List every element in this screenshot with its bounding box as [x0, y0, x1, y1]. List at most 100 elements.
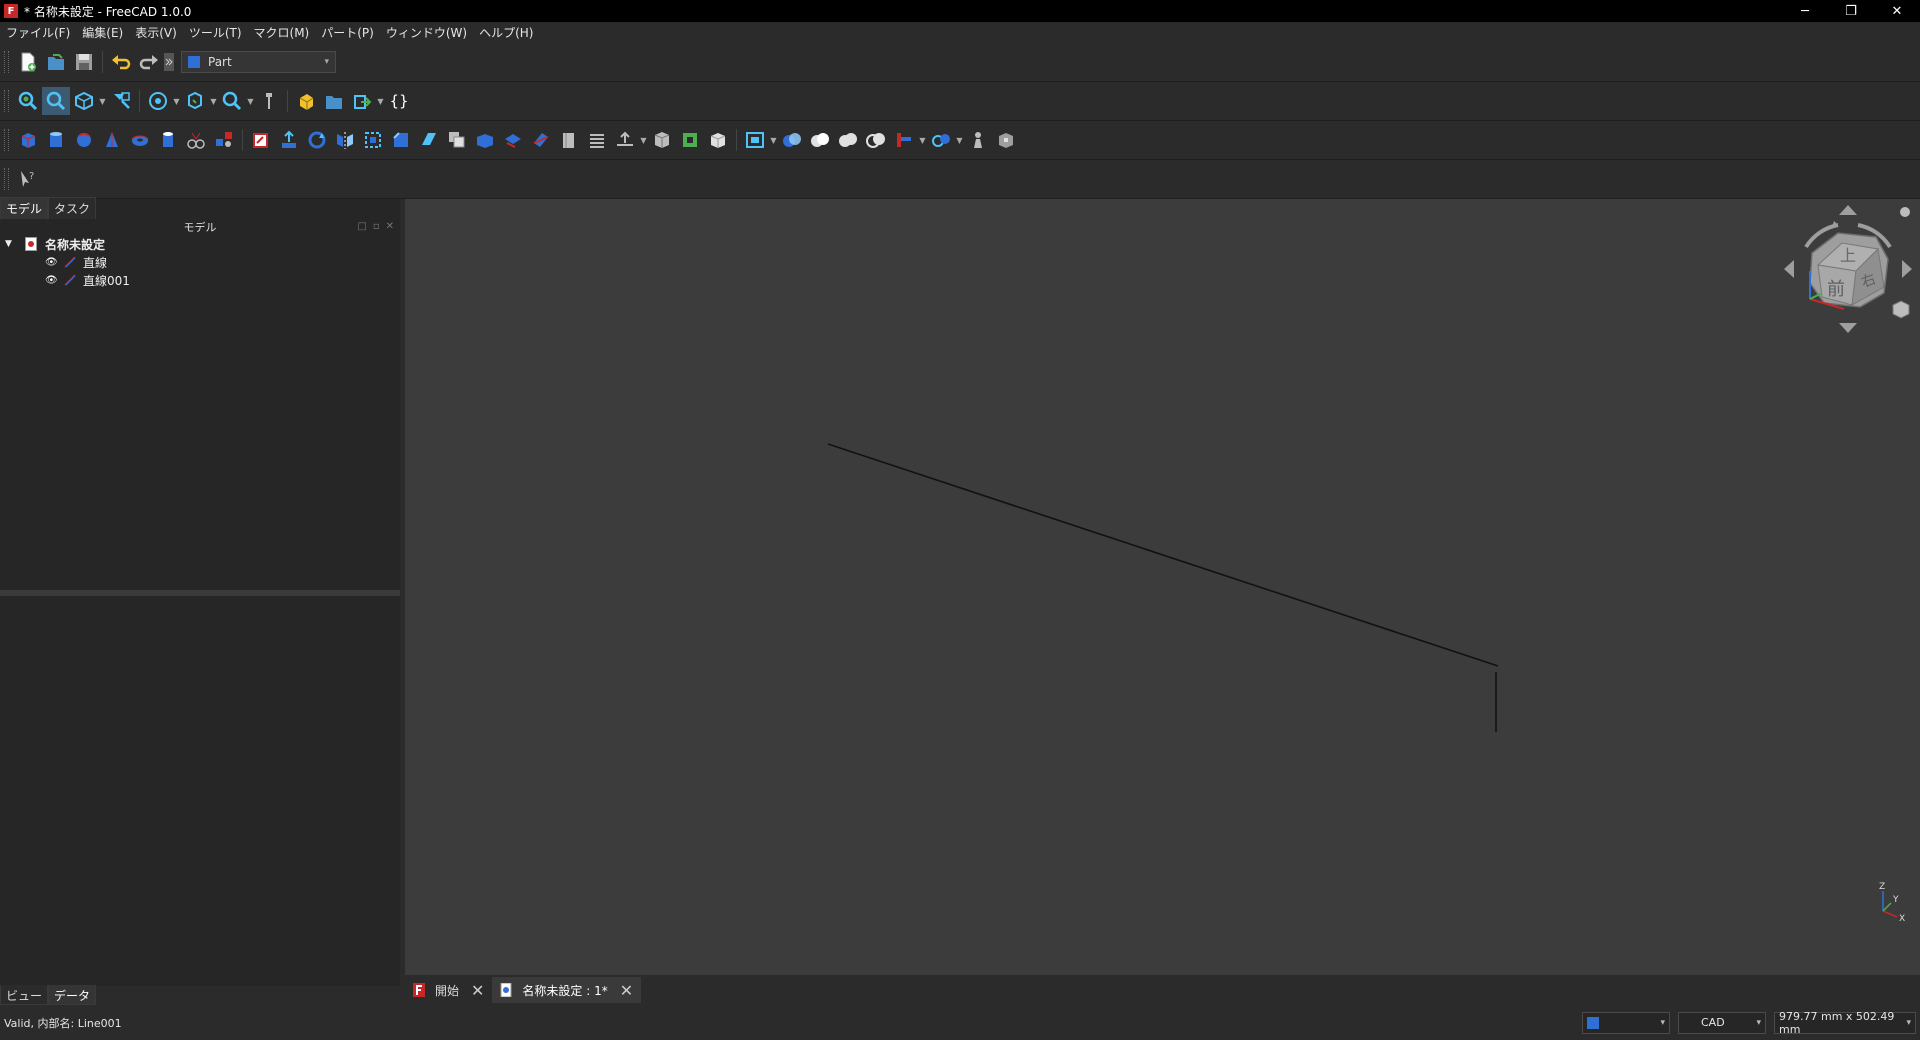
minimize-button[interactable]: ─: [1782, 0, 1828, 22]
3d-viewport[interactable]: 上 前 右 Z Y X: [405, 199, 1920, 975]
part-cut-icon[interactable]: [806, 126, 834, 154]
menu-edit[interactable]: 編集(E): [76, 24, 129, 41]
menu-tools[interactable]: ツール(T): [183, 24, 248, 41]
new-document-icon[interactable]: [14, 48, 42, 76]
menu-help[interactable]: ヘルプ(H): [473, 24, 539, 41]
tab-model[interactable]: モデル: [0, 197, 49, 219]
part-chamfer-icon[interactable]: [387, 126, 415, 154]
tab-view[interactable]: ビュー: [0, 985, 49, 1005]
tree-expand-icon[interactable]: ▼: [5, 239, 17, 249]
tree-item-line001[interactable]: 👁 直線001: [0, 271, 400, 289]
part-primitives-icon[interactable]: [182, 126, 210, 154]
dock-restore-icon[interactable]: ▫: [373, 221, 380, 232]
part-split-dropdown-icon[interactable]: ▼: [955, 126, 964, 154]
toolbar-grip[interactable]: [4, 168, 9, 190]
macro-braces-icon[interactable]: {}: [385, 87, 413, 115]
save-document-icon[interactable]: [70, 48, 98, 76]
part-mirror-icon[interactable]: [331, 126, 359, 154]
toolbar-grip[interactable]: [4, 129, 9, 151]
sketch-lines[interactable]: [827, 443, 1499, 732]
view-box-dropdown-icon[interactable]: ▼: [209, 87, 218, 115]
tab-task[interactable]: タスク: [48, 197, 97, 219]
menu-part[interactable]: パート(P): [315, 24, 380, 41]
close-tab-icon[interactable]: ✕: [620, 981, 633, 1000]
dock-close-icon[interactable]: ✕: [386, 221, 394, 232]
part-icon[interactable]: [292, 87, 320, 115]
part-make-face-icon[interactable]: [415, 126, 443, 154]
menu-macro[interactable]: マクロ(M): [248, 24, 316, 41]
part-section-icon[interactable]: [527, 126, 555, 154]
part-split-icon[interactable]: [927, 126, 955, 154]
navigation-style-selector[interactable]: CAD ▾: [1678, 1011, 1766, 1034]
std-views-dropdown-icon[interactable]: ▼: [172, 87, 181, 115]
part-offset-icon[interactable]: [583, 126, 611, 154]
part-join-dropdown-icon[interactable]: ▼: [918, 126, 927, 154]
draw-style-selector[interactable]: ▾: [1582, 1011, 1670, 1034]
part-loft-icon[interactable]: [471, 126, 499, 154]
navcube-top-face[interactable]: 上: [1840, 246, 1856, 265]
draw-style-dropdown-icon[interactable]: ▼: [98, 87, 107, 115]
selection-filter-icon[interactable]: [107, 87, 135, 115]
part-defeaturing-icon[interactable]: [992, 126, 1020, 154]
group-folder-icon[interactable]: [320, 87, 348, 115]
visibility-eye-icon[interactable]: 👁: [45, 257, 58, 268]
dimension-readout[interactable]: 979.77 mm x 502.49 mm ▾: [1774, 1010, 1916, 1036]
part-fuse-icon[interactable]: [834, 126, 862, 154]
doc-tab-start[interactable]: 開始 ✕: [405, 977, 492, 1003]
whats-this-icon[interactable]: ?: [14, 165, 42, 193]
toolbar-grip[interactable]: [4, 51, 9, 73]
navigation-cube[interactable]: 上 前 右: [1784, 205, 1912, 333]
doc-tab-untitled[interactable]: 名称未設定 : 1* ✕: [492, 977, 642, 1003]
part-shape-builder-icon[interactable]: [210, 126, 238, 154]
menu-view[interactable]: 表示(V): [129, 24, 183, 41]
part-check-geometry-icon[interactable]: [964, 126, 992, 154]
open-document-icon[interactable]: [42, 48, 70, 76]
part-shape-icon[interactable]: [704, 126, 732, 154]
tree-document-row[interactable]: ▼ 名称未設定: [0, 235, 400, 253]
part-compound-icon[interactable]: [741, 126, 769, 154]
fit-selection-icon[interactable]: [42, 87, 70, 115]
part-thickness-icon[interactable]: [611, 126, 639, 154]
zoom-dropdown-icon[interactable]: ▼: [246, 87, 255, 115]
part-thickness-dropdown-icon[interactable]: ▼: [639, 126, 648, 154]
std-views-icon[interactable]: [144, 87, 172, 115]
part-extrude-icon[interactable]: [275, 126, 303, 154]
part-compound-dropdown-icon[interactable]: ▼: [769, 126, 778, 154]
toolbar-extension-icon[interactable]: [163, 48, 175, 76]
part-fillet-icon[interactable]: [359, 126, 387, 154]
part-projection-icon[interactable]: [648, 126, 676, 154]
part-cross-sections-icon[interactable]: [555, 126, 583, 154]
part-box-icon[interactable]: [14, 126, 42, 154]
workbench-selector[interactable]: Part ▾: [181, 51, 336, 73]
zoom-icon[interactable]: [218, 87, 246, 115]
restore-button[interactable]: ❐: [1828, 0, 1874, 22]
part-cone-icon[interactable]: [98, 126, 126, 154]
close-tab-icon[interactable]: ✕: [471, 981, 484, 1000]
tree-item-line[interactable]: 👁 直線: [0, 253, 400, 271]
link-icon[interactable]: [348, 87, 376, 115]
part-shape-from-mesh-icon[interactable]: [247, 126, 275, 154]
close-window-button[interactable]: ✕: [1874, 0, 1920, 22]
menu-file[interactable]: ファイル(F): [0, 24, 76, 41]
part-sweep-icon[interactable]: [499, 126, 527, 154]
draw-style-icon[interactable]: [70, 87, 98, 115]
view-box-icon[interactable]: [181, 87, 209, 115]
part-torus-icon[interactable]: [126, 126, 154, 154]
fit-all-icon[interactable]: [14, 87, 42, 115]
part-sphere-icon[interactable]: [70, 126, 98, 154]
navcube-front-face[interactable]: 前: [1827, 279, 1845, 300]
tab-data[interactable]: データ: [48, 985, 97, 1005]
redo-icon[interactable]: [135, 48, 163, 76]
part-color-per-face-icon[interactable]: [676, 126, 704, 154]
menu-window[interactable]: ウィンドウ(W): [380, 24, 473, 41]
visibility-eye-icon[interactable]: 👁: [45, 275, 58, 286]
part-revolve-icon[interactable]: [303, 126, 331, 154]
part-common-icon[interactable]: [862, 126, 890, 154]
part-join-icon[interactable]: [890, 126, 918, 154]
part-ruled-surface-icon[interactable]: [443, 126, 471, 154]
part-cylinder-icon[interactable]: [42, 126, 70, 154]
part-tube-icon[interactable]: [154, 126, 182, 154]
undo-icon[interactable]: [107, 48, 135, 76]
link-dropdown-icon[interactable]: ▼: [376, 87, 385, 115]
dock-float-icon[interactable]: □: [357, 221, 366, 232]
